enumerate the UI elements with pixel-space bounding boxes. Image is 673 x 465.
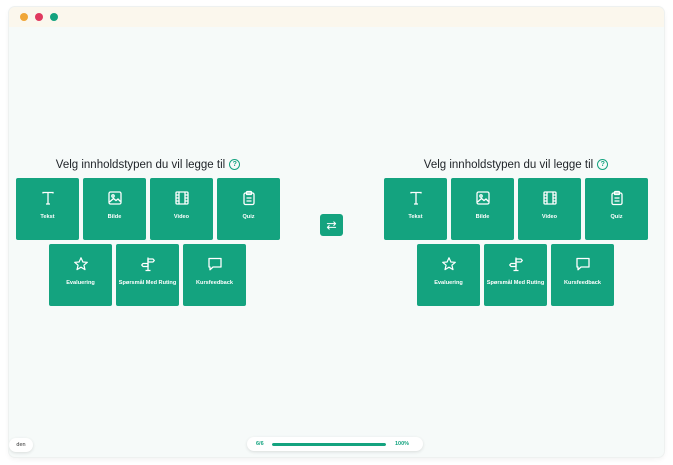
swap-arrows-icon bbox=[326, 220, 337, 230]
image-icon bbox=[107, 191, 122, 205]
tile-label: Video bbox=[173, 214, 190, 220]
content-type-picker-left: Velg innholdstypen du vil legge til? Tek… bbox=[16, 157, 280, 306]
tile-evaluering[interactable]: Evaluering bbox=[49, 244, 112, 306]
tile-sporsmal-med-ruting[interactable]: Spørsmål Med Ruting bbox=[484, 244, 547, 306]
tile-bilde[interactable]: Bilde bbox=[83, 178, 146, 240]
panel-title-text: Velg innholdstypen du vil legge til bbox=[423, 159, 594, 171]
tile-video[interactable]: Video bbox=[150, 178, 213, 240]
tile-sporsmal-med-ruting[interactable]: Spørsmål Med Ruting bbox=[116, 244, 179, 306]
tile-label: Evaluering bbox=[434, 280, 463, 286]
tile-label: Bilde bbox=[107, 214, 122, 220]
text-icon bbox=[409, 191, 422, 205]
tile-label: Kursfeedback bbox=[196, 280, 233, 286]
tile-label: Tekst bbox=[40, 214, 55, 220]
film-icon bbox=[542, 191, 557, 205]
tile-quiz[interactable]: Quiz bbox=[217, 178, 280, 240]
clipboard-icon bbox=[610, 190, 623, 206]
tile-evaluering[interactable]: Evaluering bbox=[417, 244, 480, 306]
tile-row: Tekst Bilde Video Quiz bbox=[16, 178, 280, 240]
window-maximize-button[interactable] bbox=[50, 13, 58, 21]
language-selector[interactable]: den bbox=[9, 438, 33, 452]
progress-count: 6/6 bbox=[256, 441, 264, 447]
panel-title-text: Velg innholdstypen du vil legge til bbox=[55, 159, 226, 171]
tile-row: Tekst Bilde Video Quiz bbox=[384, 178, 648, 240]
panel-title: Velg innholdstypen du vil legge til? bbox=[384, 157, 648, 173]
clipboard-icon bbox=[242, 190, 255, 206]
tile-bilde[interactable]: Bilde bbox=[451, 178, 514, 240]
tile-label: Bilde bbox=[475, 214, 490, 220]
tile-label: Quiz bbox=[610, 214, 623, 220]
message-icon bbox=[207, 257, 222, 271]
signpost-icon bbox=[140, 257, 155, 272]
star-icon bbox=[441, 257, 456, 271]
progress-indicator: 6/6 100% bbox=[247, 437, 423, 451]
window-minimize-button[interactable] bbox=[35, 13, 43, 21]
tile-kursfeedback[interactable]: Kursfeedback bbox=[183, 244, 246, 306]
tile-video[interactable]: Video bbox=[518, 178, 581, 240]
tile-label: Spørsmål Med Ruting bbox=[486, 280, 545, 286]
tile-label: Evaluering bbox=[66, 280, 95, 286]
tile-label: Tekst bbox=[408, 214, 423, 220]
tile-kursfeedback[interactable]: Kursfeedback bbox=[551, 244, 614, 306]
message-icon bbox=[575, 257, 590, 271]
panel-title: Velg innholdstypen du vil legge til? bbox=[16, 157, 280, 173]
tile-tekst[interactable]: Tekst bbox=[16, 178, 79, 240]
tile-label: Spørsmål Med Ruting bbox=[118, 280, 177, 286]
help-icon[interactable]: ? bbox=[229, 159, 241, 171]
progress-percent: 100% bbox=[395, 441, 410, 447]
help-icon[interactable]: ? bbox=[597, 159, 609, 171]
film-icon bbox=[174, 191, 189, 205]
app-window: Velg innholdstypen du vil legge til? Tek… bbox=[9, 7, 664, 457]
progress-fill bbox=[272, 442, 386, 446]
tile-label: Video bbox=[541, 214, 558, 220]
window-close-button[interactable] bbox=[20, 13, 28, 21]
star-icon bbox=[73, 257, 88, 271]
progress-track bbox=[272, 442, 386, 446]
tile-tekst[interactable]: Tekst bbox=[384, 178, 447, 240]
titlebar bbox=[9, 7, 664, 27]
content-type-picker-right: Velg innholdstypen du vil legge til? Tek… bbox=[384, 157, 648, 306]
swap-button[interactable] bbox=[320, 214, 343, 236]
tile-label: Quiz bbox=[242, 214, 255, 220]
tile-label: Kursfeedback bbox=[564, 280, 601, 286]
signpost-icon bbox=[508, 257, 523, 272]
text-icon bbox=[41, 191, 54, 205]
tile-row: Evaluering Spørsmål Med Ruting Kursfeedb… bbox=[417, 244, 648, 306]
tile-row: Evaluering Spørsmål Med Ruting Kursfeedb… bbox=[49, 244, 280, 306]
image-icon bbox=[475, 191, 490, 205]
tile-quiz[interactable]: Quiz bbox=[585, 178, 648, 240]
